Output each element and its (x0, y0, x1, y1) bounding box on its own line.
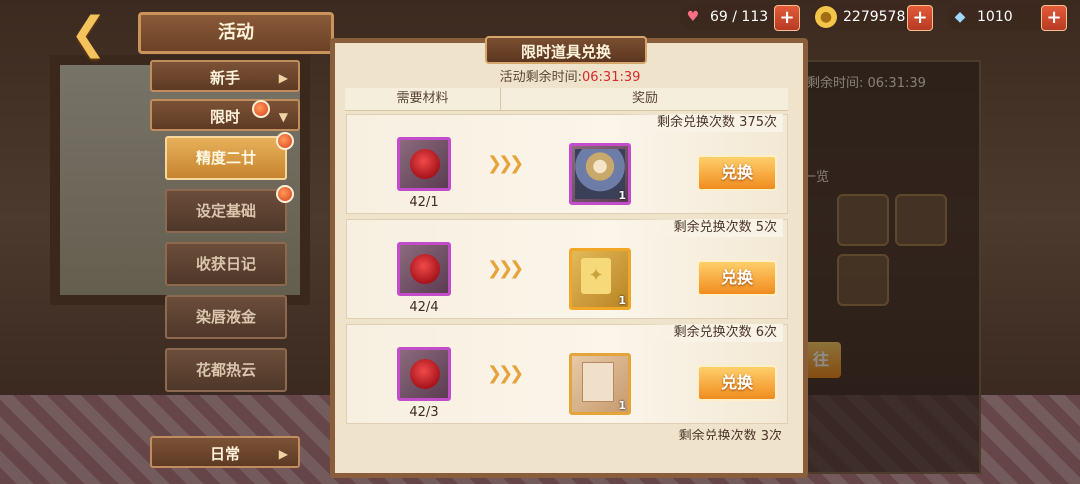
arrow-right-icon: ❯❯❯ (487, 258, 524, 279)
card-reward-icon[interactable]: 1 (569, 353, 631, 415)
column-header-reward: 奖励 (500, 88, 789, 110)
chevron-right-icon: ▶ (278, 71, 288, 85)
exchange-button[interactable]: 兑换 (697, 365, 777, 401)
menu-item-event-1[interactable]: 精度二廿 (165, 136, 287, 180)
notification-dot-icon (276, 132, 294, 150)
remaining-exchanges: 剩余兑换次数 375次 (617, 114, 783, 132)
stamina-value: 69 / 113 (710, 9, 769, 25)
ticket-reward-icon[interactable]: ✦ 1 (569, 248, 631, 310)
menu-item-event-3[interactable]: 收获日记 (165, 242, 287, 286)
menu-item-event-4[interactable]: 染唇液金 (165, 295, 287, 339)
arrow-right-icon: ❯❯❯ (487, 363, 524, 384)
rose-icon (410, 149, 440, 179)
menu-item-event-5[interactable]: 花都热云 (165, 348, 287, 392)
reward-quantity: 1 (618, 399, 626, 412)
notification-dot-icon (252, 100, 270, 118)
menu-category-beginner[interactable]: 新手 ▶ (150, 60, 300, 92)
exchange-row-partial: 剩余兑换次数 3次 (346, 428, 788, 440)
menu-category-daily[interactable]: 日常 ▶ (150, 436, 300, 468)
menu-category-label: 新手 (209, 69, 240, 87)
remaining-exchanges: 剩余兑换次数 5次 (633, 219, 783, 237)
rose-material-icon[interactable] (397, 347, 451, 401)
exchange-button[interactable]: 兑换 (697, 155, 777, 191)
rose-icon (410, 254, 440, 284)
chevron-right-icon: ▶ (278, 447, 288, 461)
heart-icon: ♥ (686, 9, 700, 25)
crystal-value: 1010 (977, 9, 1013, 25)
reward-quantity: 1 (618, 189, 626, 202)
rose-material-icon[interactable] (397, 137, 451, 191)
gold-value: 2279578 (843, 9, 906, 25)
column-header: 需要材料 奖励 (345, 88, 788, 111)
gold-coin-icon: ● (815, 6, 837, 28)
exchange-row: 剩余兑换次数 375次 42/1 ❯❯❯ 1 兑换 (346, 114, 788, 214)
menu-category-label: 限时 (209, 108, 240, 126)
time-label: 活动剩余时间: (499, 70, 582, 85)
panel-title: 活动 (138, 12, 334, 54)
exchange-row: 剩余兑换次数 6次 42/3 ❯❯❯ 1 兑换 (346, 324, 788, 424)
exchange-button[interactable]: 兑换 (697, 260, 777, 296)
time-value: 06:31:39 (582, 70, 641, 85)
column-header-material: 需要材料 (396, 91, 449, 106)
card-icon (582, 362, 614, 402)
add-gold-button[interactable]: + (907, 5, 933, 31)
crystal-counter: ◆ 1010 + (947, 4, 1067, 31)
menu-category-limited[interactable]: 限时 ▼ (150, 99, 300, 131)
add-stamina-button[interactable]: + (774, 5, 800, 31)
rose-icon (410, 359, 440, 389)
event-time-remaining: 活动剩余时间:06:31:39 (340, 66, 800, 85)
add-crystal-button[interactable]: + (1041, 5, 1067, 31)
exchange-row: 剩余兑换次数 5次 42/4 ❯❯❯ ✦ 1 兑换 (346, 219, 788, 319)
character-portrait-icon[interactable]: 1 (569, 143, 631, 205)
dialog-title: 限时道具兑换 (485, 36, 647, 64)
remaining-exchanges: 剩余兑换次数 6次 (633, 324, 783, 342)
ticket-icon: ✦ (581, 258, 611, 294)
gold-counter: ● 2279578 + (813, 4, 933, 31)
rose-material-icon[interactable] (397, 242, 451, 296)
material-count: 42/4 (409, 300, 439, 315)
notification-dot-icon (276, 185, 294, 203)
back-arrow-icon[interactable]: ❮ (70, 10, 140, 58)
menu-category-label: 日常 (209, 445, 240, 463)
chevron-down-icon: ▼ (278, 110, 288, 124)
material-count: 42/1 (409, 195, 439, 210)
material-count: 42/3 (409, 405, 439, 420)
arrow-right-icon: ❯❯❯ (487, 153, 524, 174)
reward-quantity: 1 (618, 294, 626, 307)
menu-item-event-2[interactable]: 设定基础 (165, 189, 287, 233)
crystal-icon: ◆ (954, 9, 966, 25)
remaining-exchanges: 剩余兑换次数 3次 (678, 429, 782, 440)
stamina-counter: ♥ 69 / 113 + (680, 4, 800, 31)
